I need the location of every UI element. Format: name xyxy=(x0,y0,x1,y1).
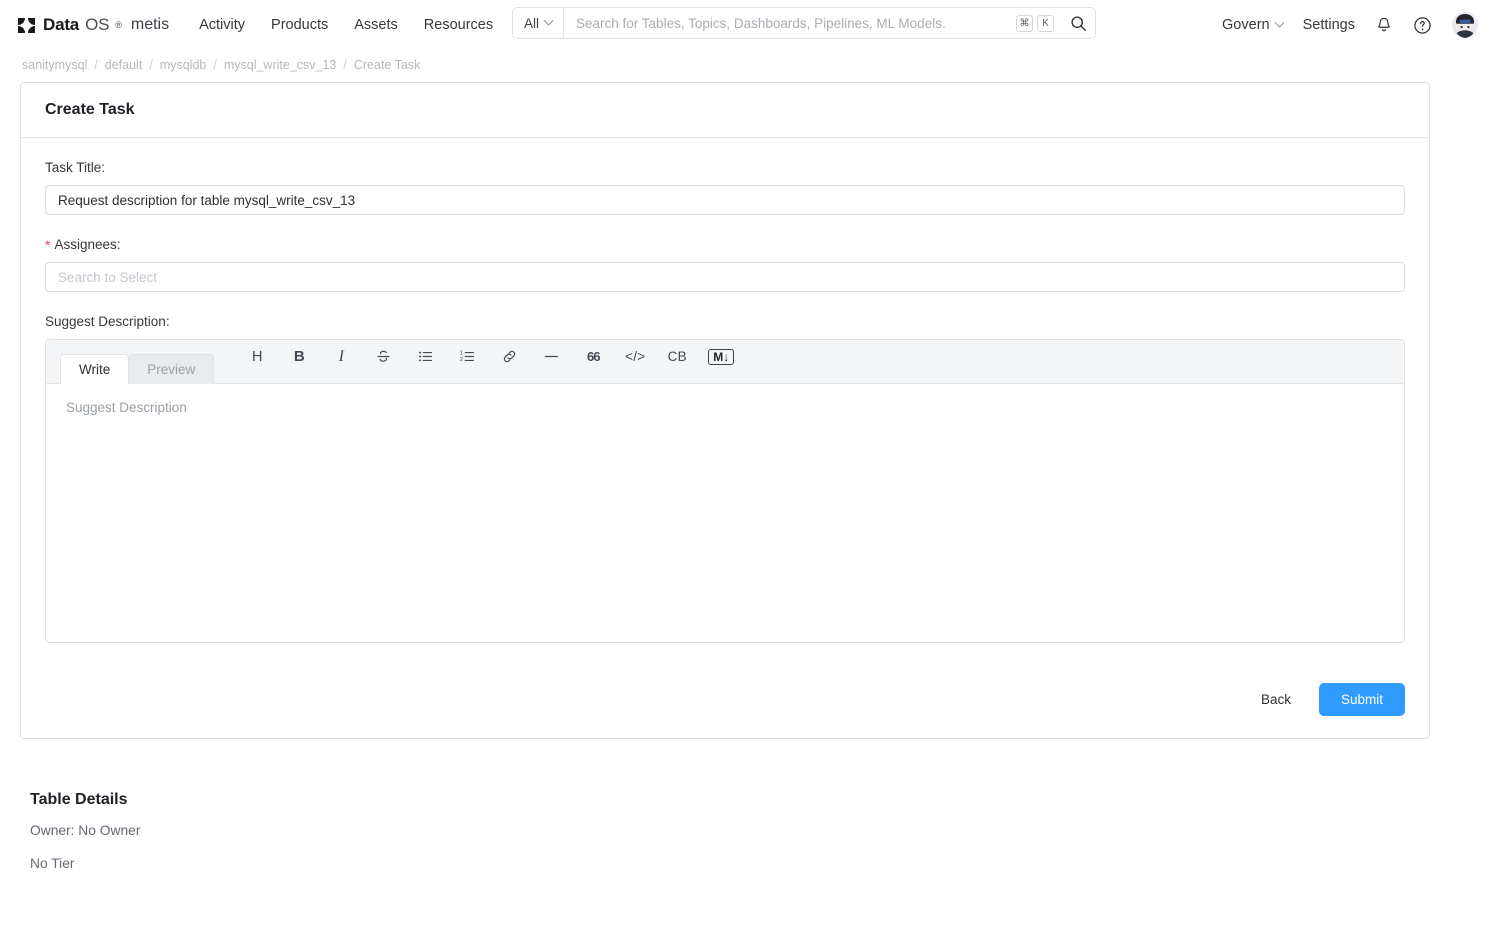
markdown-tool-buttons: H B I 1 2 66 </> CB M↓ xyxy=(246,340,735,383)
nav-item-activity[interactable]: Activity xyxy=(199,17,245,33)
markdown-icon[interactable]: M↓ xyxy=(708,348,735,365)
horizontal-rule-icon[interactable] xyxy=(540,346,562,368)
nav-item-resources[interactable]: Resources xyxy=(424,17,493,33)
notification-bell-icon[interactable] xyxy=(1375,16,1393,34)
brand-registered-mark: ® xyxy=(115,20,122,30)
table-tier: No Tier xyxy=(30,856,75,871)
markdown-editor: Write Preview H B I 1 2 66 </> CB M↓ Sug… xyxy=(45,339,1405,643)
bold-icon[interactable]: B xyxy=(288,346,310,368)
chevron-down-icon xyxy=(543,15,554,26)
italic-icon[interactable]: I xyxy=(330,346,352,368)
search-shortcut-hint: ⌘ K xyxy=(1016,8,1061,38)
task-title-input[interactable] xyxy=(45,185,1405,215)
heading-icon[interactable]: H xyxy=(246,346,268,368)
assignees-input[interactable] xyxy=(45,262,1405,292)
editor-mode-tabs: Write Preview xyxy=(60,340,215,384)
primary-nav: Activity Products Assets Resources xyxy=(199,17,493,33)
top-navigation-bar: Data OS ® metis Activity Products Assets R… xyxy=(0,0,1494,50)
govern-menu[interactable]: Govern xyxy=(1222,17,1285,33)
breadcrumb-item-table[interactable]: mysql_write_csv_13 xyxy=(224,58,337,72)
dataos-logo-icon xyxy=(18,17,35,33)
description-editor-input[interactable]: Suggest Description xyxy=(46,384,1404,642)
help-circle-icon[interactable] xyxy=(1413,16,1432,35)
table-details-title: Table Details xyxy=(30,791,128,808)
settings-link[interactable]: Settings xyxy=(1303,17,1355,33)
top-bar-right-cluster: Govern Settings xyxy=(1222,0,1478,50)
code-block-icon[interactable]: CB xyxy=(666,346,688,368)
breadcrumb-separator: / xyxy=(213,58,217,72)
breadcrumb-item-create-task[interactable]: Create Task xyxy=(354,58,420,72)
kbd-k-key: K xyxy=(1037,14,1054,32)
task-title-field: Task Title: xyxy=(45,160,1405,215)
bullet-list-icon[interactable] xyxy=(414,346,436,368)
breadcrumb-item-mysqldb[interactable]: mysqldb xyxy=(160,58,207,72)
suggest-description-label: Suggest Description: xyxy=(45,314,170,329)
global-search-bar: All ⌘ K xyxy=(512,7,1096,39)
brand-name-os: OS xyxy=(85,15,110,34)
kbd-command-key: ⌘ xyxy=(1016,14,1033,32)
tab-write[interactable]: Write xyxy=(60,354,130,384)
task-title-label: Task Title: xyxy=(45,160,1405,175)
nav-item-products[interactable]: Products xyxy=(271,17,328,33)
breadcrumb-separator: / xyxy=(94,58,98,72)
breadcrumb-separator: / xyxy=(149,58,153,72)
back-button[interactable]: Back xyxy=(1255,691,1297,708)
brand-logo[interactable]: Data OS ® metis xyxy=(18,15,169,35)
search-scope-label: All xyxy=(524,15,540,31)
search-input[interactable] xyxy=(564,8,1016,38)
user-avatar[interactable] xyxy=(1452,12,1478,38)
chevron-down-icon xyxy=(1274,17,1285,28)
table-details-section: Table Details Owner: No Owner No Tier xyxy=(0,739,1494,871)
numbered-list-icon[interactable]: 1 2 xyxy=(456,346,478,368)
strikethrough-icon[interactable] xyxy=(372,346,394,368)
task-title-label-text: Task Title: xyxy=(45,160,106,175)
search-icon[interactable] xyxy=(1061,8,1095,38)
suggest-description-field: Suggest Description: Write Preview H B I xyxy=(45,314,1405,643)
inline-code-icon[interactable]: </> xyxy=(624,346,646,368)
create-task-card: Create Task Task Title: * Assignees: Sug… xyxy=(20,82,1430,739)
breadcrumb-separator: / xyxy=(343,58,347,72)
create-task-form: Task Title: * Assignees: Suggest Descrip… xyxy=(21,138,1429,663)
svg-text:2: 2 xyxy=(460,357,463,363)
blockquote-icon[interactable]: 66 xyxy=(582,346,604,368)
svg-text:1: 1 xyxy=(460,350,463,356)
nav-item-assets[interactable]: Assets xyxy=(354,17,398,33)
search-scope-dropdown[interactable]: All xyxy=(513,8,565,38)
tab-preview[interactable]: Preview xyxy=(129,354,215,384)
breadcrumb: sanitymysql / default / mysqldb / mysql_… xyxy=(0,50,1494,82)
link-icon[interactable] xyxy=(498,346,520,368)
breadcrumb-item-default[interactable]: default xyxy=(105,58,143,72)
brand-suite-name: metis xyxy=(130,16,170,33)
card-title: Create Task xyxy=(21,83,1429,138)
assignees-label-text: Assignees: xyxy=(54,237,121,252)
govern-label: Govern xyxy=(1222,17,1270,33)
table-owner: Owner: No Owner xyxy=(30,823,141,838)
form-actions: Back Submit xyxy=(21,663,1429,738)
markdown-toolbar: Write Preview H B I 1 2 66 </> CB M↓ xyxy=(46,340,1404,384)
required-asterisk: * xyxy=(45,236,51,253)
assignees-field: * Assignees: xyxy=(45,237,1405,292)
brand-name-data: Data xyxy=(43,15,80,34)
assignees-label: * Assignees: xyxy=(45,237,1405,252)
submit-button[interactable]: Submit xyxy=(1318,683,1405,716)
breadcrumb-item-sanitymysql[interactable]: sanitymysql xyxy=(22,58,87,72)
